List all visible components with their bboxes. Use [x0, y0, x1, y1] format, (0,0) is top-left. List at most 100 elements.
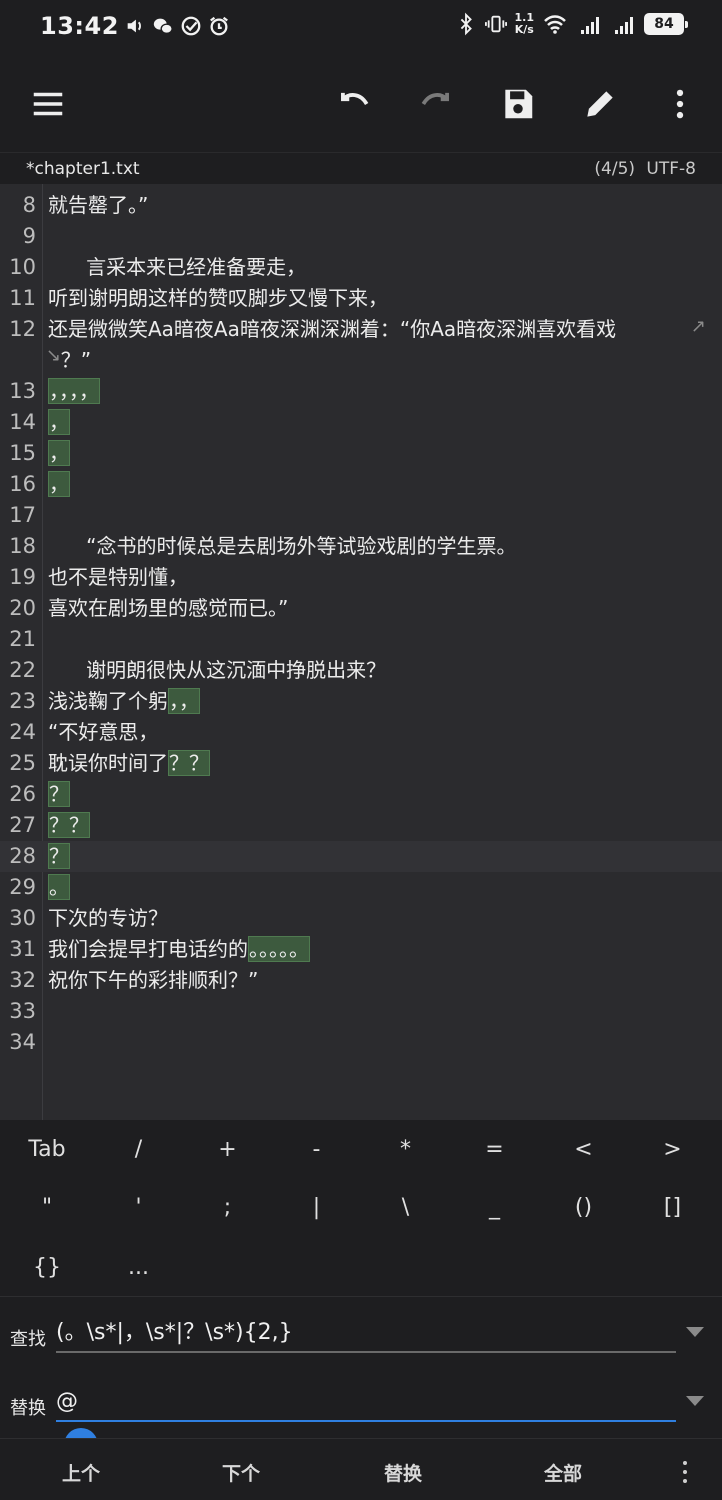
line-text-segment: “念书的时候总是去剧场外等试验戏剧的学生票。: [48, 534, 517, 558]
find-input[interactable]: (。\s*|，\s*|？\s*){2,}: [56, 1315, 676, 1353]
editor-line[interactable]: 8 就告罄了。”: [0, 190, 722, 221]
more-options-button[interactable]: [656, 80, 704, 128]
symbol-row-1: Tab / + - * = < >: [0, 1120, 722, 1178]
editor-line[interactable]: 28 ？: [0, 841, 722, 872]
editor-line[interactable]: 9: [0, 221, 722, 252]
replace-button[interactable]: 替换: [384, 1459, 422, 1486]
symbol-key[interactable]: ": [0, 1178, 94, 1236]
symbol-key[interactable]: ': [94, 1178, 183, 1236]
editor-line[interactable]: 23 浅浅鞠了个躬，，: [0, 686, 722, 717]
editor-line[interactable]: 32 祝你下午的彩排顺利？”: [0, 965, 722, 996]
text-editor[interactable]: 8 就告罄了。” 9 10 言采本来已经准备要走， 11 听到谢明朗这样的赞叹脚步又慢下来…: [0, 184, 722, 1120]
redo-icon: [421, 92, 449, 106]
symbol-key[interactable]: (): [539, 1178, 628, 1236]
line-text-segment: 也不是特别懂，: [48, 565, 188, 589]
line-number: 14: [9, 410, 36, 434]
symbol-key[interactable]: Tab: [0, 1120, 94, 1178]
editor-line[interactable]: 31 我们会提早打电话约的。。。。。: [0, 934, 722, 965]
more-vert-icon: [676, 89, 684, 119]
editor-line[interactable]: 27 ？？: [0, 810, 722, 841]
menu-icon: [33, 92, 63, 116]
editor-line[interactable]: 11 听到谢明朗这样的赞叹脚步又慢下来，: [0, 283, 722, 314]
symbol-key[interactable]: _: [450, 1178, 539, 1236]
editor-line[interactable]: 16 ，: [0, 469, 722, 500]
line-text: 下次的专访？: [48, 903, 168, 934]
editor-line[interactable]: 15 ，: [0, 438, 722, 469]
replace-history-dropdown-icon[interactable]: [686, 1396, 704, 1406]
symbol-key[interactable]: /: [94, 1120, 183, 1178]
search-match-highlight: ？？: [168, 750, 210, 776]
editor-line[interactable]: 13 ，，，，: [0, 376, 722, 407]
line-text: “念书的时候总是去剧场外等试验戏剧的学生票。: [48, 531, 517, 562]
line-text-segment: 祝你下午的彩排顺利？”: [48, 968, 259, 992]
line-number: 26: [9, 782, 36, 806]
redo-button[interactable]: [412, 80, 460, 128]
editor-line[interactable]: 24 “不好意思，: [0, 717, 722, 748]
editor-line[interactable]: 10 言采本来已经准备要走，: [0, 252, 722, 283]
symbol-key[interactable]: =: [450, 1120, 539, 1178]
editor-line[interactable]: 25 耽误你时间了？？: [0, 748, 722, 779]
find-next-button[interactable]: 下个: [222, 1459, 260, 1486]
editor-line[interactable]: 21: [0, 624, 722, 655]
symbol-key[interactable]: +: [183, 1120, 272, 1178]
line-text-segment: 下次的专访？: [48, 906, 168, 930]
editor-line[interactable]: 12 还是微微笑Aa暗夜Aa暗夜深渊深渊着：“你Aa暗夜深渊喜欢看戏 ↗: [0, 314, 722, 345]
editor-line[interactable]: 34: [0, 1027, 722, 1058]
replace-input[interactable]: @: [56, 1384, 676, 1422]
editor-line[interactable]: 29 。: [0, 872, 722, 903]
line-text: 言采本来已经准备要走，: [48, 252, 306, 283]
symbol-key[interactable]: |: [272, 1178, 361, 1236]
find-history-dropdown-icon[interactable]: [686, 1327, 704, 1337]
editor-line[interactable]: 22 谢明朗很快从这沉湎中挣脱出来？: [0, 655, 722, 686]
editor-line[interactable]: 17: [0, 500, 722, 531]
search-match-highlight: ，: [48, 409, 70, 435]
editor-line[interactable]: 33: [0, 996, 722, 1027]
status-time: 13:42: [40, 12, 119, 40]
status-bar: 13:42 1.1 K/s 84: [0, 0, 722, 56]
menu-button[interactable]: [24, 80, 72, 128]
search-match-highlight: ，，，，: [48, 378, 100, 404]
editor-line[interactable]: ？” ↘: [0, 345, 722, 376]
line-text-segment: 耽误你时间了: [48, 751, 168, 775]
editor-line[interactable]: 14 ，: [0, 407, 722, 438]
search-match-highlight: 。: [48, 874, 70, 900]
line-text: ，: [48, 469, 70, 500]
editor-line[interactable]: 30 下次的专访？: [0, 903, 722, 934]
replace-all-button[interactable]: 全部: [544, 1459, 582, 1486]
symbol-key[interactable]: {}: [0, 1238, 94, 1296]
symbol-key[interactable]: <: [539, 1120, 628, 1178]
more-vert-icon[interactable]: [682, 1461, 688, 1483]
editor-line[interactable]: 20 喜欢在剧场里的感觉而已。”: [0, 593, 722, 624]
line-number: 21: [9, 627, 36, 651]
symbol-key[interactable]: >: [628, 1120, 717, 1178]
find-label: 查找: [10, 1329, 46, 1350]
line-text-segment: “不好意思，: [48, 720, 159, 744]
line-number: 31: [9, 937, 36, 961]
find-previous-button[interactable]: 上个: [62, 1459, 100, 1486]
line-text: 。: [48, 872, 70, 903]
save-button[interactable]: [494, 80, 542, 128]
line-text: 就告罄了。”: [48, 190, 148, 221]
symbol-key[interactable]: []: [628, 1178, 717, 1236]
editor-line[interactable]: 18 “念书的时候总是去剧场外等试验戏剧的学生票。: [0, 531, 722, 562]
symbol-key[interactable]: ;: [183, 1178, 272, 1236]
editor-line[interactable]: 19 也不是特别懂，: [0, 562, 722, 593]
symbol-key[interactable]: *: [361, 1120, 450, 1178]
search-match-highlight: ，: [48, 440, 70, 466]
volume-icon: [127, 19, 141, 33]
line-text: 耽误你时间了？？: [48, 748, 210, 779]
signal-4g-icon-2: [615, 17, 633, 34]
editor-line[interactable]: 26 ？: [0, 779, 722, 810]
line-text-segment: 听到谢明朗这样的赞叹脚步又慢下来，: [48, 286, 388, 310]
line-number: 34: [9, 1030, 36, 1054]
undo-button[interactable]: [330, 80, 378, 128]
line-number: 29: [9, 875, 36, 899]
alarm-icon: [210, 16, 228, 36]
line-text: ？？: [48, 810, 90, 841]
edit-button[interactable]: [576, 80, 624, 128]
file-info-bar: *chapter1.txt (4/5) UTF-8: [0, 152, 722, 184]
search-match-highlight: ？？: [48, 812, 90, 838]
symbol-key[interactable]: \: [361, 1178, 450, 1236]
symbol-key[interactable]: ...: [94, 1238, 183, 1296]
symbol-key[interactable]: -: [272, 1120, 361, 1178]
